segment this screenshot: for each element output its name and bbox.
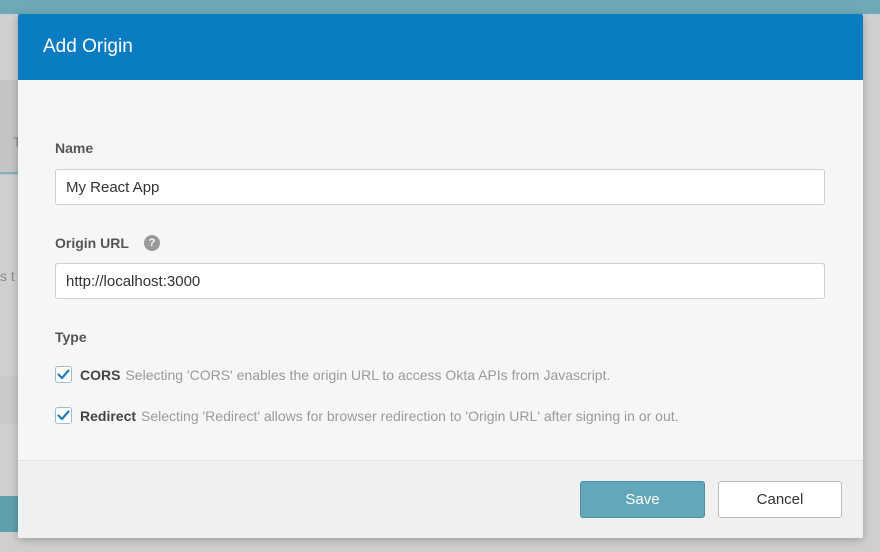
redirect-option-name: Redirect (80, 407, 137, 424)
background-tab-underline (0, 172, 18, 174)
redirect-option-description: Selecting 'Redirect' allows for browser … (141, 407, 679, 424)
background-panel (0, 80, 18, 175)
checkmark-icon (57, 369, 70, 380)
add-origin-dialog: Add Origin Name Origin URL ? Type CORS S… (18, 14, 863, 538)
checkmark-icon (57, 410, 70, 421)
redirect-checkbox[interactable] (55, 407, 72, 424)
name-label: Name (55, 140, 94, 156)
help-icon[interactable]: ? (144, 235, 160, 251)
background-button (0, 496, 18, 532)
cors-option-description: Selecting 'CORS' enables the origin URL … (125, 366, 611, 383)
name-input[interactable] (55, 169, 825, 205)
origin-url-input[interactable] (55, 263, 825, 299)
redirect-option[interactable]: Redirect Selecting 'Redirect' allows for… (55, 407, 679, 424)
dialog-header: Add Origin (18, 14, 863, 80)
save-button[interactable]: Save (580, 481, 705, 518)
cors-option[interactable]: CORS Selecting 'CORS' enables the origin… (55, 366, 610, 383)
cors-option-name: CORS (80, 366, 121, 383)
dialog-footer: Save Cancel (18, 461, 863, 538)
type-label: Type (55, 329, 87, 345)
cors-checkbox[interactable] (55, 366, 72, 383)
origin-url-label: Origin URL (55, 235, 129, 251)
dialog-body: Name Origin URL ? Type CORS Selecting 'C… (18, 80, 863, 460)
background-row (0, 376, 18, 424)
cancel-button[interactable]: Cancel (718, 481, 842, 518)
dialog-title: Add Origin (43, 36, 133, 57)
background-topbar (0, 0, 880, 14)
background-text: s t (0, 268, 15, 284)
